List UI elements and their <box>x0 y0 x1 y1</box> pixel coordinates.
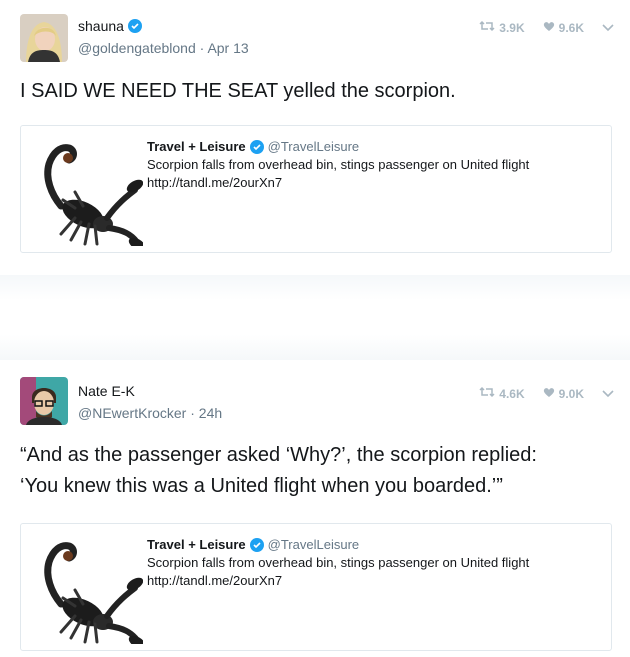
quoted-author-handle[interactable]: @TravelLeisure <box>268 536 359 554</box>
quoted-author-name[interactable]: Travel + Leisure <box>147 536 246 554</box>
retweet-icon <box>479 386 495 401</box>
author-handle[interactable]: @NEwertKrocker <box>78 405 186 421</box>
verified-badge-icon <box>249 538 264 552</box>
quoted-link[interactable]: http://tandl.me/2ourXn7 <box>147 572 597 590</box>
timeline-gap <box>0 275 630 360</box>
like-button[interactable]: 9.0K <box>543 387 584 401</box>
like-button[interactable]: 9.6K <box>543 21 584 35</box>
retweet-count: 4.6K <box>499 386 525 401</box>
chevron-down-icon[interactable] <box>602 387 614 401</box>
quoted-text: Scorpion falls from overhead bin, stings… <box>147 157 530 172</box>
tweet[interactable]: shauna @goldengateblond · Apr 13 3.9K 9.… <box>0 0 630 275</box>
heart-icon <box>543 387 555 401</box>
heart-icon <box>543 21 555 35</box>
retweet-icon <box>479 20 495 35</box>
tweet-text: I SAID WE NEED THE SEAT yelled the scorp… <box>20 80 456 102</box>
retweet-button[interactable]: 3.9K <box>479 20 525 35</box>
tweet-timestamp[interactable]: Apr 13 <box>207 40 248 56</box>
avatar[interactable] <box>20 377 68 425</box>
author-name[interactable]: shauna <box>78 18 124 34</box>
quoted-author-handle[interactable]: @TravelLeisure <box>268 138 359 156</box>
tweet-text-line: ‘You knew this was a United flight when … <box>20 475 503 497</box>
like-count: 9.0K <box>558 386 584 401</box>
retweet-count: 3.9K <box>499 20 525 35</box>
verified-badge-icon <box>127 19 142 33</box>
author-name[interactable]: Nate E-K <box>78 383 135 399</box>
quoted-author-name[interactable]: Travel + Leisure <box>147 138 246 156</box>
quoted-text: Scorpion falls from overhead bin, stings… <box>147 555 530 570</box>
quoted-link[interactable]: http://tandl.me/2ourXn7 <box>147 174 597 192</box>
quoted-tweet-card[interactable]: Travel + Leisure @TravelLeisure Scorpion… <box>20 125 612 253</box>
quoted-tweet-card[interactable]: Travel + Leisure @TravelLeisure Scorpion… <box>20 523 612 651</box>
chevron-down-icon[interactable] <box>602 21 614 35</box>
like-count: 9.6K <box>558 20 584 35</box>
tweet-text-line: “And as the passenger asked ‘Why?’, the … <box>20 444 537 466</box>
avatar[interactable] <box>20 14 68 62</box>
verified-badge-icon <box>249 140 264 154</box>
scorpion-image[interactable] <box>31 532 143 644</box>
separator: · <box>190 405 199 421</box>
tweet[interactable]: Nate E-K @NEwertKrocker · 24h 4.6K 9.0K … <box>0 360 630 657</box>
retweet-button[interactable]: 4.6K <box>479 386 525 401</box>
scorpion-image[interactable] <box>31 134 143 246</box>
author-handle[interactable]: @goldengateblond <box>78 40 196 56</box>
tweet-timestamp[interactable]: 24h <box>199 405 222 421</box>
tweet-text: “And as the passenger asked ‘Why?’, the … <box>20 440 620 502</box>
